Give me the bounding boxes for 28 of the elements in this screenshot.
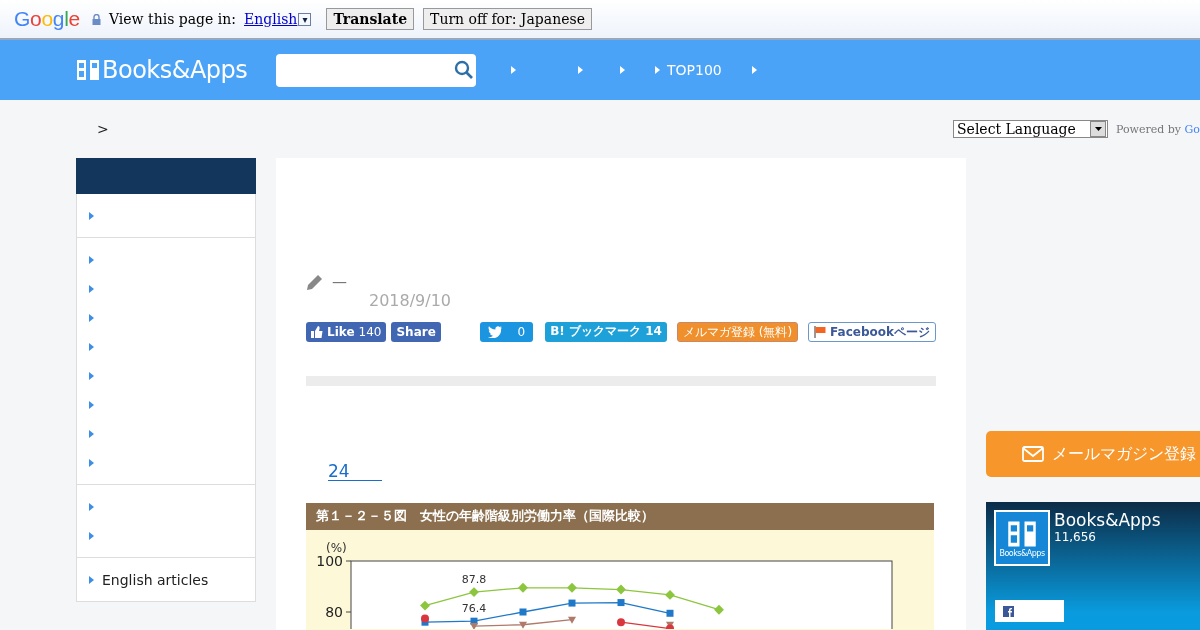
- follower-count: 11,656: [1054, 530, 1097, 544]
- powered-by-text: Powered by Go: [1116, 122, 1200, 136]
- google-logo: Google: [14, 7, 80, 31]
- y-tick: 80: [325, 604, 352, 620]
- axis-label: (%): [326, 541, 347, 555]
- language-link[interactable]: English: [244, 11, 298, 27]
- hatena-button[interactable]: B! ブックマーク 14: [545, 322, 667, 342]
- post-date: 2018/9/10: [369, 291, 453, 310]
- author-name[interactable]: —: [332, 273, 347, 291]
- article-link[interactable]: 24: [328, 462, 382, 481]
- language-select[interactable]: Select Language: [953, 120, 1108, 138]
- like-button[interactable]: Like 140: [306, 322, 387, 342]
- tweet-button[interactable]: 0: [479, 322, 534, 342]
- page-logo[interactable]: Books&Apps: [994, 510, 1050, 566]
- facebook-button[interactable]: Facebookページ: [808, 322, 936, 342]
- turn-off-button[interactable]: Turn off for: Japanese: [423, 8, 592, 30]
- data-label: 76.4: [461, 602, 487, 616]
- share-button[interactable]: Share: [391, 322, 441, 342]
- figure-title: 第１－２－５図 女性の年齢階級別労働力率（国際比較）: [306, 503, 934, 530]
- breadcrumb[interactable]: >: [97, 121, 109, 137]
- y-tick-label: 100: [316, 553, 343, 569]
- y-tick: 100: [316, 553, 352, 569]
- translate-button[interactable]: Translate: [326, 8, 415, 30]
- translate-prompt: View this page in:: [109, 11, 237, 27]
- y-tick-label: 80: [325, 604, 343, 620]
- language-dropdown-button[interactable]: ▾: [298, 12, 312, 26]
- page-name[interactable]: Books&Apps: [1054, 510, 1161, 530]
- data-label: 87.8: [461, 573, 487, 587]
